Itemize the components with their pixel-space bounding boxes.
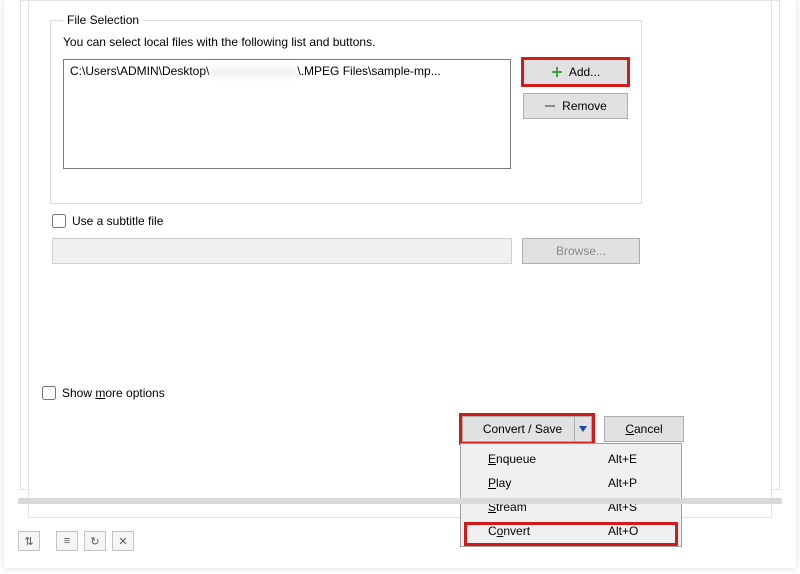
- convert-save-split-button[interactable]: Convert / Save: [462, 416, 592, 442]
- browse-button-label: Browse...: [556, 244, 606, 258]
- browse-button: Browse...: [522, 238, 640, 264]
- menu-item-convert[interactable]: Convert Alt+O: [464, 519, 678, 543]
- cancel-button-label: Cancel: [625, 422, 662, 436]
- subtitle-path-input: [52, 238, 512, 264]
- show-more-options-checkbox[interactable]: [42, 386, 56, 400]
- file-list-item[interactable]: C:\Users\ADMIN\Desktop\ \.MPEG Files\samp…: [64, 60, 510, 82]
- remove-button-label: Remove: [562, 99, 607, 113]
- background-strip: [18, 498, 782, 504]
- background-toolbar: ⇅ ≡ ↻ ✕: [18, 530, 134, 552]
- file-list[interactable]: C:\Users\ADMIN\Desktop\ \.MPEG Files\samp…: [63, 59, 511, 169]
- remove-button[interactable]: Remove: [523, 93, 628, 119]
- minus-icon: [544, 100, 556, 112]
- file-path-prefix: C:\Users\ADMIN\Desktop\: [70, 64, 209, 78]
- add-button[interactable]: Add...: [523, 59, 628, 85]
- bg-btn-3[interactable]: ↻: [84, 531, 106, 551]
- file-path-redacted: [211, 67, 295, 77]
- bg-btn-4[interactable]: ✕: [112, 531, 134, 551]
- menu-item-play[interactable]: Play Alt+P: [464, 471, 678, 495]
- show-more-options-label: Show more options: [62, 386, 165, 400]
- subtitle-checkbox-label: Use a subtitle file: [72, 214, 163, 228]
- convert-save-dropdown[interactable]: [574, 417, 591, 441]
- cancel-button[interactable]: Cancel: [604, 416, 684, 442]
- chevron-down-icon: [579, 426, 587, 432]
- add-button-label: Add...: [569, 65, 600, 79]
- bg-btn-2[interactable]: ≡: [56, 531, 78, 551]
- show-more-options-row[interactable]: Show more options: [42, 386, 165, 400]
- menu-item-enqueue[interactable]: Enqueue Alt+E: [464, 447, 678, 471]
- plus-icon: [551, 66, 563, 78]
- menu-shortcut: Alt+O: [608, 524, 668, 538]
- file-selection-description: You can select local files with the foll…: [63, 35, 375, 49]
- convert-dropdown-menu: Enqueue Alt+E Play Alt+P Stream Alt+S Co…: [460, 443, 682, 547]
- file-selection-group: File Selection You can select local file…: [50, 20, 642, 204]
- bg-btn-1[interactable]: ⇅: [18, 531, 40, 551]
- subtitle-checkbox[interactable]: [52, 214, 66, 228]
- convert-save-label: Convert / Save: [463, 422, 574, 436]
- menu-shortcut: Alt+E: [608, 452, 668, 466]
- file-path-suffix: \.MPEG Files\sample-mp...: [297, 64, 440, 78]
- file-selection-legend: File Selection: [63, 13, 143, 27]
- subtitle-checkbox-row[interactable]: Use a subtitle file: [52, 214, 163, 228]
- menu-shortcut: Alt+P: [608, 476, 668, 490]
